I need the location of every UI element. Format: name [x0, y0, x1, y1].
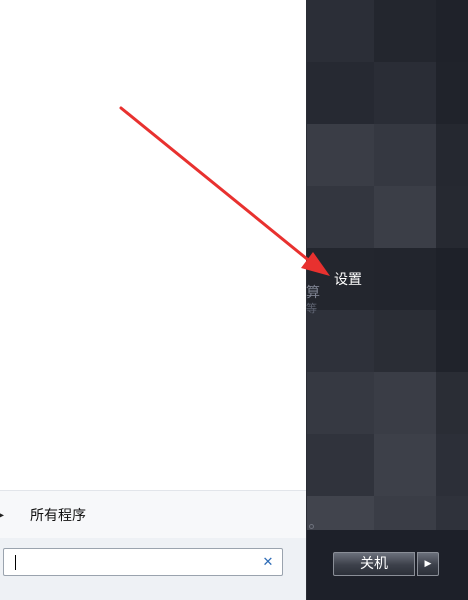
annotation-arrow	[119, 106, 330, 276]
